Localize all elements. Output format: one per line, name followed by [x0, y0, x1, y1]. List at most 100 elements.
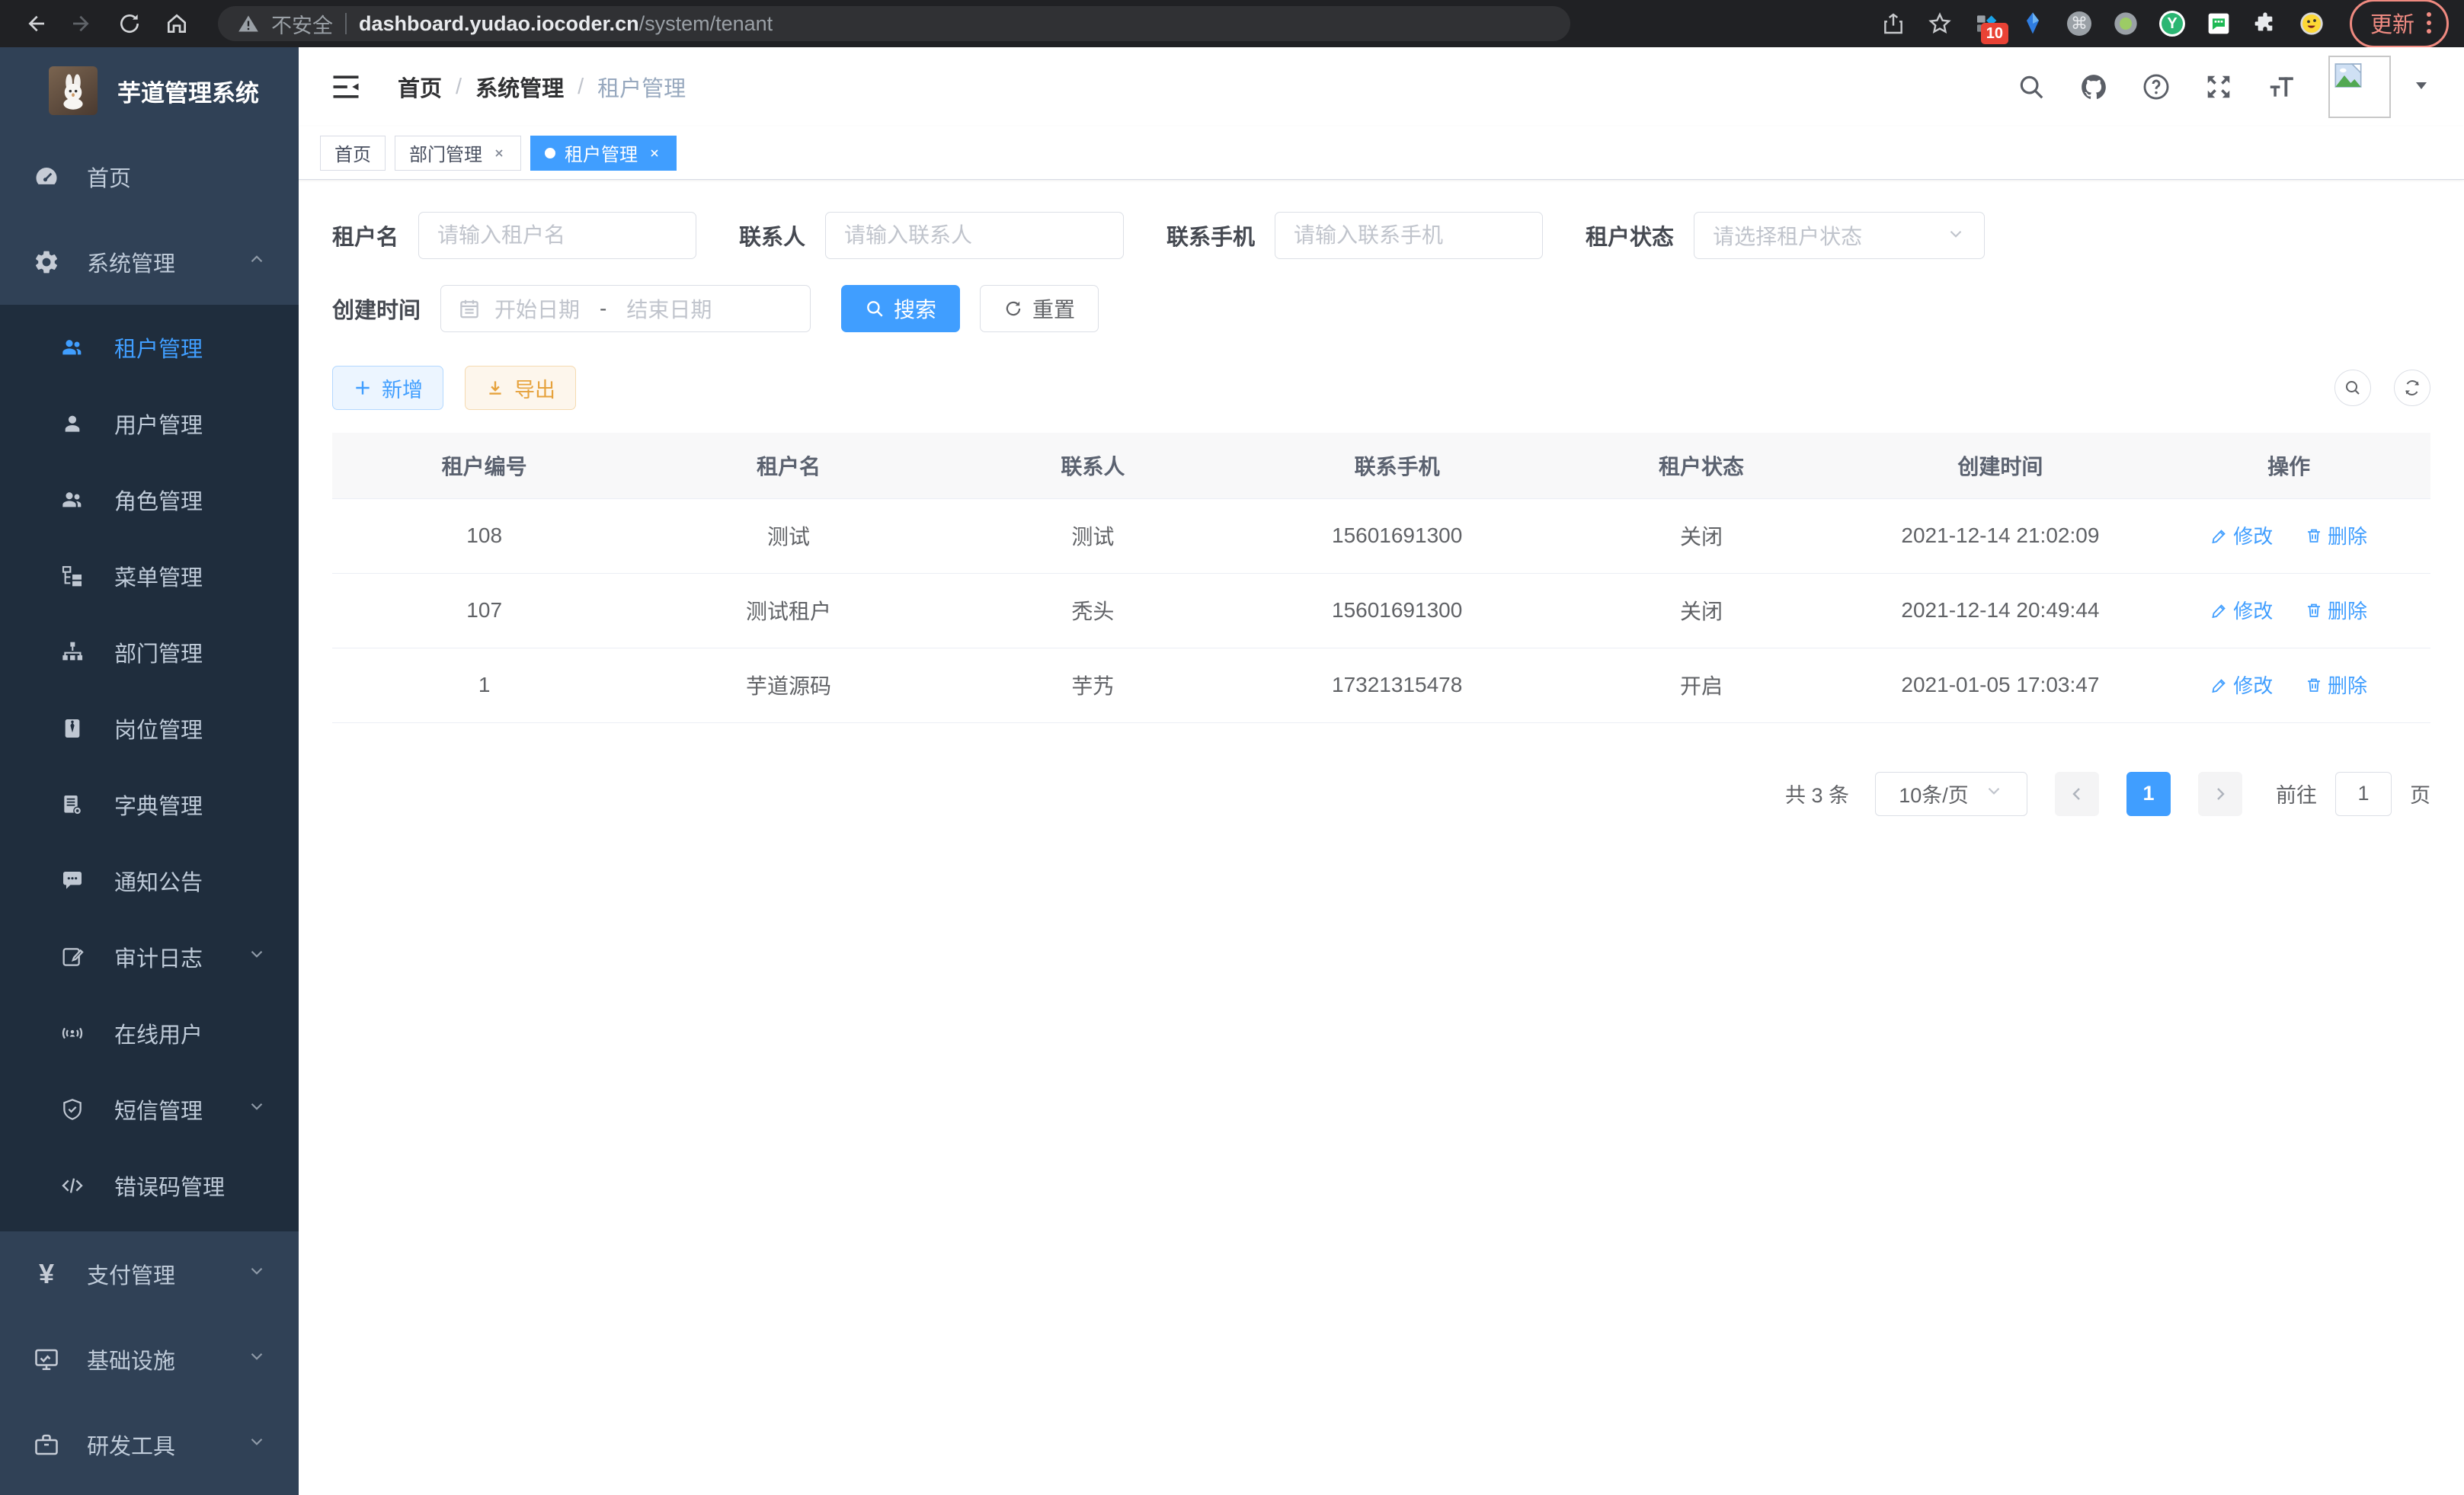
sidebar-item-dict[interactable]: 字典管理: [0, 767, 299, 843]
close-icon[interactable]: [491, 146, 507, 161]
font-size-icon[interactable]: [2266, 72, 2296, 102]
user-avatar[interactable]: [2328, 56, 2391, 118]
broken-image-icon: [2333, 60, 2363, 91]
table-tools: [2334, 370, 2430, 406]
sidebar-item-label: 部门管理: [114, 636, 203, 668]
edit-icon: [2210, 527, 2229, 545]
record-extension-icon[interactable]: [2113, 11, 2139, 37]
chat-extension-icon[interactable]: [2206, 11, 2232, 37]
contact-input[interactable]: [825, 212, 1124, 259]
help-icon[interactable]: [2141, 72, 2171, 102]
mobile-input[interactable]: [1275, 212, 1543, 259]
sidebar-item-dept[interactable]: 部门管理: [0, 614, 299, 690]
command-extension-icon[interactable]: ⌘: [2066, 11, 2092, 37]
create-time-range-picker[interactable]: 开始日期 - 结束日期: [440, 285, 811, 332]
chevron-down-icon: [1946, 224, 1966, 248]
page-size-select[interactable]: 10条/页: [1875, 772, 2027, 816]
search-icon[interactable]: [2016, 72, 2046, 102]
chevron-left-icon: [2068, 785, 2086, 803]
page-number-current[interactable]: 1: [2126, 772, 2171, 816]
address-divider: [345, 13, 347, 34]
delete-link[interactable]: 删除: [2305, 596, 2367, 624]
browser-menu-icon[interactable]: [2427, 12, 2431, 34]
sidebar-item-audit-log[interactable]: 审计日志: [0, 919, 299, 995]
browser-back-icon[interactable]: [15, 4, 55, 43]
pagination: 共 3 条 10条/页 1 前往 页: [332, 772, 2430, 816]
search-button[interactable]: 搜索: [841, 285, 960, 332]
puzzle-extensions-icon[interactable]: [2252, 11, 2278, 37]
users-icon: [59, 487, 85, 513]
sidebar-item-post[interactable]: 岗位管理: [0, 690, 299, 767]
browser-update-button[interactable]: 更新: [2350, 0, 2449, 48]
sidebar-item-error-code[interactable]: 错误码管理: [0, 1148, 299, 1224]
sidebar-item-infra[interactable]: 基础设施: [0, 1317, 299, 1402]
reset-button-label: 重置: [1032, 293, 1075, 324]
cell-mobile: 17321315478: [1245, 648, 1549, 722]
dashboard-icon: [32, 162, 61, 191]
goto-page-input[interactable]: [2335, 772, 2392, 816]
add-button-label: 新增: [382, 373, 423, 403]
status-placeholder: 请选择租户状态: [1713, 220, 1946, 251]
security-label: 不安全: [271, 9, 333, 39]
close-icon[interactable]: [647, 146, 662, 161]
share-icon[interactable]: [1880, 11, 1906, 37]
chevron-down-icon: [247, 1346, 267, 1372]
tab-label: 租户管理: [565, 139, 638, 166]
address-bar[interactable]: 不安全 dashboard.yudao.iocoder.cn/system/te…: [218, 6, 1570, 41]
toolbox-icon: [32, 1430, 61, 1459]
edit-link[interactable]: 修改: [2210, 596, 2273, 624]
sidebar-item-pay[interactable]: ¥ 支付管理: [0, 1231, 299, 1317]
profile-avatar-icon[interactable]: [2299, 11, 2325, 37]
tab-label: 部门管理: [409, 139, 482, 166]
browser-reload-icon[interactable]: [110, 4, 149, 43]
edit-link[interactable]: 修改: [2210, 671, 2273, 699]
sidebar-item-menu[interactable]: 菜单管理: [0, 538, 299, 614]
refresh-table-button[interactable]: [2394, 370, 2430, 406]
sidebar-item-devtools[interactable]: 研发工具: [0, 1402, 299, 1487]
delete-link[interactable]: 删除: [2305, 521, 2367, 549]
balloon-extension-icon[interactable]: [2020, 11, 2046, 37]
delete-link[interactable]: 删除: [2305, 671, 2367, 699]
sidebar-item-label: 字典管理: [114, 789, 203, 821]
sidebar-item-user[interactable]: 用户管理: [0, 386, 299, 462]
cell-mobile: 15601691300: [1245, 498, 1549, 573]
export-button[interactable]: 导出: [465, 366, 576, 410]
reset-button[interactable]: 重置: [980, 285, 1099, 332]
tab-dept[interactable]: 部门管理: [395, 136, 521, 171]
y-extension-icon[interactable]: Y: [2159, 11, 2185, 37]
sidebar-item-sms[interactable]: 短信管理: [0, 1071, 299, 1148]
breadcrumb-system[interactable]: 系统管理: [475, 71, 564, 103]
update-label: 更新: [2370, 7, 2414, 39]
tab-tenant[interactable]: 租户管理: [530, 136, 677, 171]
sidebar-item-notice[interactable]: 通知公告: [0, 843, 299, 919]
sidebar-item-role[interactable]: 角色管理: [0, 462, 299, 538]
github-icon[interactable]: [2078, 72, 2109, 102]
prev-page-button[interactable]: [2055, 772, 2099, 816]
sidebar-item-tenant[interactable]: 租户管理: [0, 309, 299, 386]
browser-forward-icon[interactable]: [62, 4, 102, 43]
app-window: 芋道管理系统 首页 系统管理: [0, 47, 2464, 1495]
page-content: 租户名 联系人 联系手机 租户状态 请选择租户状态 创建时间: [299, 180, 2464, 1495]
page-size-value: 10条/页: [1899, 779, 1969, 808]
breadcrumb-home[interactable]: 首页: [398, 71, 442, 103]
sidebar-item-system[interactable]: 系统管理: [0, 219, 299, 305]
edit-link[interactable]: 修改: [2210, 521, 2273, 549]
col-status: 租户状态: [1549, 433, 1853, 498]
tab-home[interactable]: 首页: [320, 136, 386, 171]
sidebar-item-label: 菜单管理: [114, 560, 203, 592]
tenant-name-input[interactable]: [418, 212, 696, 259]
avatar-caret-icon[interactable]: [2412, 76, 2430, 98]
fullscreen-icon[interactable]: [2203, 72, 2234, 102]
next-page-button[interactable]: [2198, 772, 2242, 816]
extension-tiles-icon[interactable]: 10: [1973, 11, 1999, 37]
show-search-button[interactable]: [2334, 370, 2371, 406]
sidebar-item-home[interactable]: 首页: [0, 134, 299, 219]
sidebar-item-online-user[interactable]: 在线用户: [0, 995, 299, 1071]
chevron-down-icon: [247, 1432, 267, 1458]
sidebar-collapse-icon[interactable]: [329, 70, 363, 104]
add-button[interactable]: 新增: [332, 366, 443, 410]
status-select[interactable]: 请选择租户状态: [1694, 212, 1985, 259]
bookmark-star-icon[interactable]: [1927, 11, 1953, 37]
sidebar-item-label: 在线用户: [114, 1017, 203, 1049]
browser-home-icon[interactable]: [157, 4, 197, 43]
